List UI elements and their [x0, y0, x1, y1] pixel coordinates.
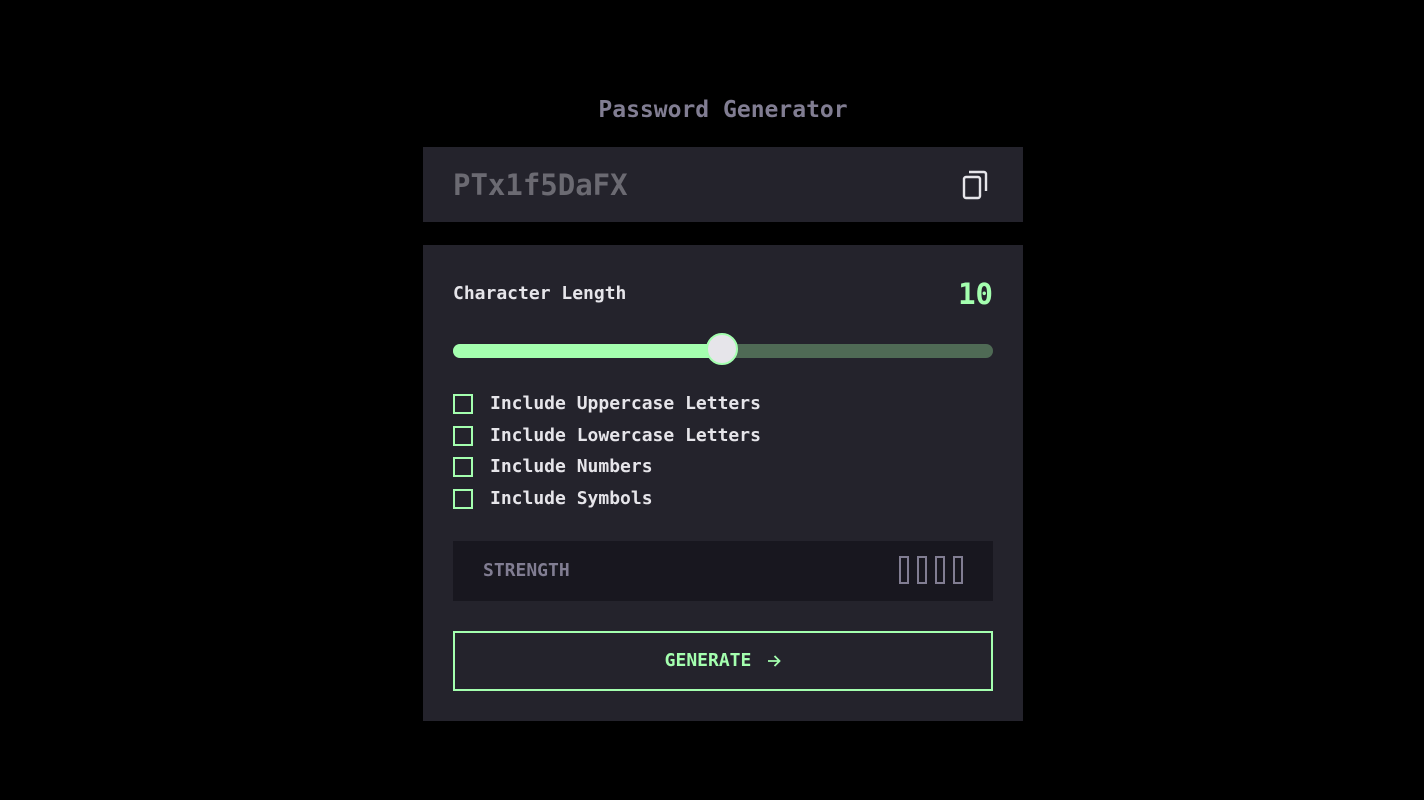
strength-bars — [899, 556, 963, 584]
option-lowercase[interactable]: Include Lowercase Letters — [453, 425, 761, 447]
options-list: Include Uppercase Letters Include Lowerc… — [453, 393, 761, 519]
password-output: PTx1f5DaFX — [453, 168, 628, 202]
slider-thumb[interactable] — [706, 333, 738, 365]
length-slider[interactable] — [453, 333, 993, 365]
strength-bar — [953, 556, 963, 584]
settings-panel: Character Length 10 Include Uppercase Le… — [423, 245, 1023, 721]
strength-meter: STRENGTH — [453, 541, 993, 601]
option-numbers[interactable]: Include Numbers — [453, 456, 761, 478]
checkbox-symbols[interactable] — [453, 488, 473, 509]
slider-fill — [453, 344, 723, 358]
generate-button[interactable]: GENERATE — [453, 631, 993, 691]
option-symbols[interactable]: Include Symbols — [453, 488, 761, 510]
copy-icon — [961, 169, 989, 201]
strength-bar — [935, 556, 945, 584]
generate-label: GENERATE — [664, 650, 752, 671]
option-label: Include Numbers — [490, 456, 653, 477]
option-uppercase[interactable]: Include Uppercase Letters — [453, 393, 761, 415]
copy-button[interactable] — [961, 169, 989, 201]
option-label: Include Lowercase Letters — [490, 424, 761, 446]
strength-bar — [899, 556, 909, 584]
strength-label: STRENGTH — [483, 560, 570, 581]
checkbox-numbers[interactable] — [453, 457, 473, 477]
checkbox-lowercase[interactable] — [453, 425, 473, 446]
character-length-value: 10 — [958, 277, 993, 311]
strength-bar — [917, 556, 927, 584]
password-output-panel: PTx1f5DaFX — [423, 147, 1023, 222]
character-length-label: Character Length — [453, 283, 627, 304]
option-label: Include Uppercase Letters — [490, 393, 761, 414]
app-title: Password Generator — [598, 97, 848, 123]
arrow-right-icon — [767, 654, 782, 668]
checkbox-uppercase[interactable] — [453, 394, 473, 414]
option-label: Include Symbols — [490, 487, 653, 509]
